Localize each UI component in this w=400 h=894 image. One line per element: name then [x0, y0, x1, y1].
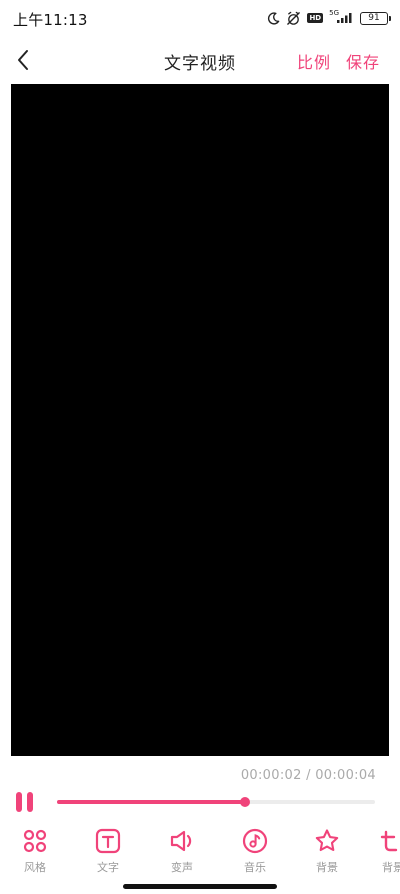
pause-icon — [16, 792, 22, 812]
status-bar: 上午11:13 HD 5G 91 — [0, 0, 400, 34]
pause-button[interactable] — [14, 791, 36, 813]
home-indicator[interactable] — [123, 884, 277, 889]
tool-background[interactable]: 背景 — [297, 822, 357, 876]
hd-badge: HD — [307, 13, 324, 23]
signal-icon: 5G — [329, 9, 354, 24]
header-bar: 文字视频 比例 保存 — [0, 40, 400, 80]
tool-style[interactable]: 风格 — [5, 822, 65, 876]
time-readout: 00:00:02 / 00:00:04 — [241, 768, 376, 783]
tool-background-2[interactable]: 背景 — [366, 822, 400, 876]
progress-thumb[interactable] — [239, 797, 250, 807]
video-preview[interactable] — [11, 84, 389, 756]
current-time: 00:00:02 — [240, 768, 302, 783]
status-icons: HD 5G 91 — [267, 9, 391, 27]
tool-label: 文字 — [97, 861, 119, 874]
tool-label: 音乐 — [244, 861, 266, 874]
text-color-icon — [378, 826, 400, 856]
progress-fill — [57, 800, 245, 804]
tool-label: 风格 — [24, 861, 46, 874]
save-button[interactable]: 保存 — [346, 49, 380, 73]
progress-slider[interactable] — [57, 797, 375, 807]
total-time: 00:00:04 — [315, 768, 376, 783]
battery-indicator: 91 — [360, 11, 391, 25]
moon-icon — [267, 11, 280, 25]
tool-label: 背景 — [382, 861, 400, 874]
aspect-ratio-button[interactable]: 比例 — [297, 49, 331, 73]
tool-label: 背景 — [316, 861, 338, 874]
tool-music[interactable]: 音乐 — [225, 822, 285, 876]
voice-change-icon — [167, 826, 197, 856]
star-icon — [312, 826, 342, 856]
pause-icon-bar — [27, 792, 33, 812]
time-separator: / — [301, 768, 316, 783]
music-icon — [240, 826, 270, 856]
text-icon — [93, 826, 123, 856]
network-type-label: 5G — [329, 9, 339, 17]
tool-voice-change[interactable]: 变声 — [152, 822, 212, 876]
style-grid-icon — [20, 826, 50, 856]
tool-label: 变声 — [171, 861, 193, 874]
text-video-editor-screen: 上午11:13 HD 5G 91 文字视频 比例 保存 00:00:02 / 0… — [0, 0, 400, 894]
alarm-off-icon — [286, 11, 301, 26]
bottom-toolbar: 风格 文字 变声 音乐 背景 背景 — [0, 822, 400, 878]
status-time: 上午11:13 — [13, 11, 88, 29]
page-title: 文字视频 — [164, 54, 236, 74]
tool-text[interactable]: 文字 — [78, 822, 138, 876]
